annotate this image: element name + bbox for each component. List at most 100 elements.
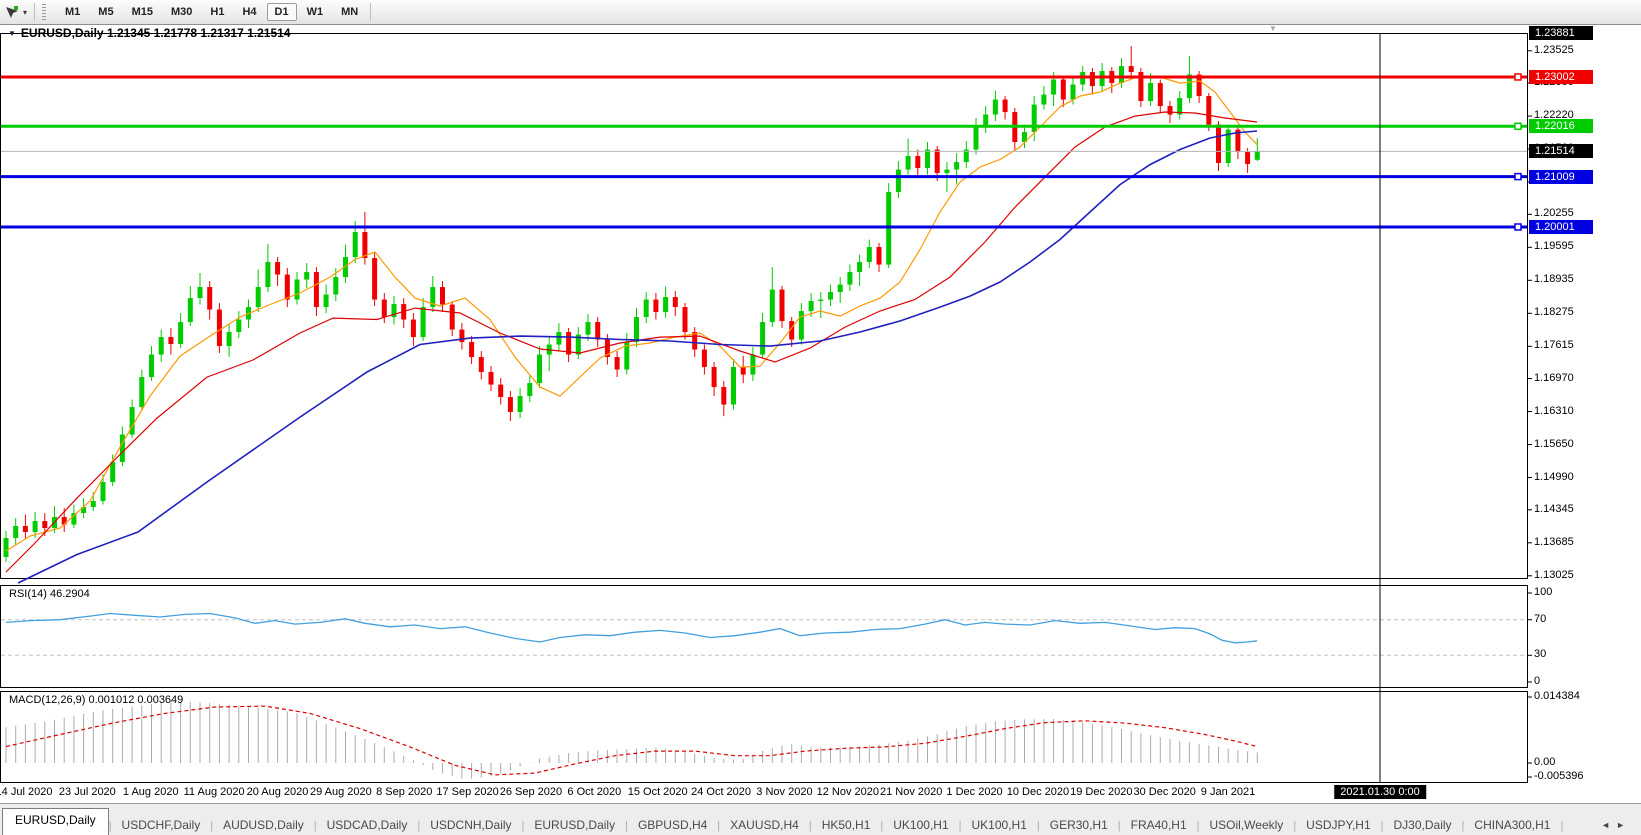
- candle-bear: [615, 357, 620, 370]
- candle-bear: [1061, 80, 1066, 100]
- tab-scroll-left-icon[interactable]: ◄: [1601, 820, 1616, 830]
- candle-bull: [857, 262, 862, 272]
- dropdown-caret-icon[interactable]: ▾: [23, 8, 27, 17]
- timeframe-button-m1[interactable]: M1: [57, 3, 88, 21]
- candle-bull: [634, 317, 639, 342]
- chart-tab-usoil-weekly[interactable]: USOil,Weekly: [1200, 814, 1294, 835]
- timeframe-button-m30[interactable]: M30: [163, 3, 200, 21]
- candle-bear: [489, 372, 494, 385]
- tab-scroll-right-icon[interactable]: ►: [1616, 820, 1631, 830]
- timeframe-button-mn[interactable]: MN: [333, 3, 366, 21]
- candle-bear: [469, 342, 474, 357]
- candle-bear: [1245, 152, 1250, 164]
- candle-bull: [139, 377, 144, 407]
- rsi-pane-border: [1, 586, 1528, 688]
- timeframe-button-w1[interactable]: W1: [299, 3, 332, 21]
- rsi-indicator-label: RSI(14) 46.2904: [9, 588, 90, 600]
- chart-tab-uk100-h1[interactable]: UK100,H1: [962, 814, 1037, 835]
- ma-mid-line: [6, 112, 1257, 572]
- candle-bull: [13, 526, 18, 538]
- toolbar-separator-end: [370, 3, 371, 21]
- candle-bull: [159, 337, 164, 355]
- chart-tab-usdchf-daily[interactable]: USDCHF,Daily: [112, 814, 211, 835]
- chart-area[interactable]: 1.235251.228801.222201.215601.209001.202…: [0, 25, 1641, 803]
- chart-tab-usdcnh-daily[interactable]: USDCNH,Daily: [420, 814, 521, 835]
- candle-bull: [925, 150, 930, 169]
- candle-bull: [256, 287, 261, 307]
- timeframe-button-h1[interactable]: H1: [202, 3, 232, 21]
- candle-bear: [1216, 125, 1221, 164]
- candle-bull: [974, 127, 979, 150]
- chart-tab-uk100-h1[interactable]: UK100,H1: [883, 814, 958, 835]
- candle-bull: [178, 322, 183, 344]
- candle-bull: [770, 290, 775, 323]
- chart-tab-usoil-[interactable]: USOil,: [1563, 814, 1574, 835]
- candle-bull: [101, 482, 106, 501]
- candle-bull: [750, 355, 755, 375]
- candle-bull: [760, 322, 765, 355]
- mt4-window: ▾ M1M5M15M30H1H4D1W1MN 1.235251.228801.2…: [0, 0, 1641, 835]
- candle-bull: [556, 332, 561, 345]
- timeframe-button-d1[interactable]: D1: [267, 3, 297, 21]
- timeframe-button-h4[interactable]: H4: [234, 3, 264, 21]
- candle-bear: [915, 156, 920, 168]
- chart-tab-hk50-h1[interactable]: HK50,H1: [812, 814, 881, 835]
- candle-bull: [644, 300, 649, 318]
- candle-bull: [906, 156, 911, 170]
- candle-bear: [168, 337, 173, 344]
- candle-bull: [227, 332, 232, 346]
- candle-bear: [508, 397, 513, 412]
- hline-end-marker[interactable]: [1515, 123, 1521, 129]
- timeframe-button-m5[interactable]: M5: [90, 3, 121, 21]
- candle-bull: [818, 300, 823, 302]
- chart-tab-usdjpy-h1[interactable]: USDJPY,H1: [1296, 814, 1380, 835]
- candle-bear: [314, 272, 319, 307]
- candle-bear: [702, 350, 707, 368]
- candle-bear: [372, 258, 377, 300]
- chart-tab-china300-h1[interactable]: CHINA300,H1: [1464, 814, 1560, 835]
- hline-end-marker[interactable]: [1515, 74, 1521, 80]
- candle-bear: [653, 300, 658, 313]
- candle-bull: [809, 301, 814, 311]
- candle-bear: [741, 367, 746, 375]
- scroll-position-marker-icon[interactable]: ▼: [1269, 24, 1277, 33]
- candle-bear: [459, 330, 464, 343]
- candle-bull: [799, 311, 804, 340]
- candle-bull: [149, 355, 154, 378]
- chart-tab-fra40-h1[interactable]: FRA40,H1: [1121, 814, 1197, 835]
- cursor-tool-icon[interactable]: [4, 4, 20, 20]
- chart-tab-ger30-h1[interactable]: GER30,H1: [1040, 814, 1118, 835]
- timeframe-button-m15[interactable]: M15: [124, 3, 161, 21]
- ma-fast-line: [6, 76, 1257, 551]
- chart-tab-xauusd-h4[interactable]: XAUUSD,H4: [720, 814, 809, 835]
- candle-bull: [1255, 151, 1260, 159]
- timeframe-toolbar: M1M5M15M30H1H4D1W1MN: [56, 3, 367, 21]
- macd-signal-line: [6, 706, 1257, 775]
- chart-menu-icon[interactable]: ▼: [8, 29, 16, 38]
- candle-bear: [721, 387, 726, 405]
- candle-bull: [4, 538, 9, 557]
- hline-end-marker[interactable]: [1515, 224, 1521, 230]
- chart-tab-eurusd-daily[interactable]: EURUSD,Daily: [2, 808, 109, 835]
- chart-tab-dj30-daily[interactable]: DJ30,Daily: [1384, 814, 1462, 835]
- candle-bear: [1003, 100, 1008, 113]
- chart-tab-usdcad-daily[interactable]: USDCAD,Daily: [317, 814, 418, 835]
- candle-bull: [120, 435, 125, 463]
- candle-bear: [877, 247, 882, 264]
- candle-bull: [663, 297, 668, 312]
- chart-tab-audusd-daily[interactable]: AUDUSD,Daily: [213, 814, 314, 835]
- macd-indicator-label: MACD(12,26,9) 0.001012 0.003649: [9, 694, 183, 706]
- candle-bull: [828, 292, 833, 300]
- candle-bull: [353, 232, 358, 257]
- chart-canvas[interactable]: [0, 25, 1641, 803]
- candle-bear: [1090, 72, 1095, 86]
- candle-bear: [207, 287, 212, 310]
- chart-tab-eurusd-daily[interactable]: EURUSD,Daily: [524, 814, 625, 835]
- hline-end-marker[interactable]: [1515, 174, 1521, 180]
- candle-bear: [1168, 106, 1173, 115]
- candle-bear: [362, 232, 367, 258]
- toolbar-grip[interactable]: [42, 4, 46, 20]
- candle-bear: [440, 287, 445, 305]
- chart-tab-gbpusd-h4[interactable]: GBPUSD,H4: [628, 814, 717, 835]
- rsi-line: [6, 614, 1257, 643]
